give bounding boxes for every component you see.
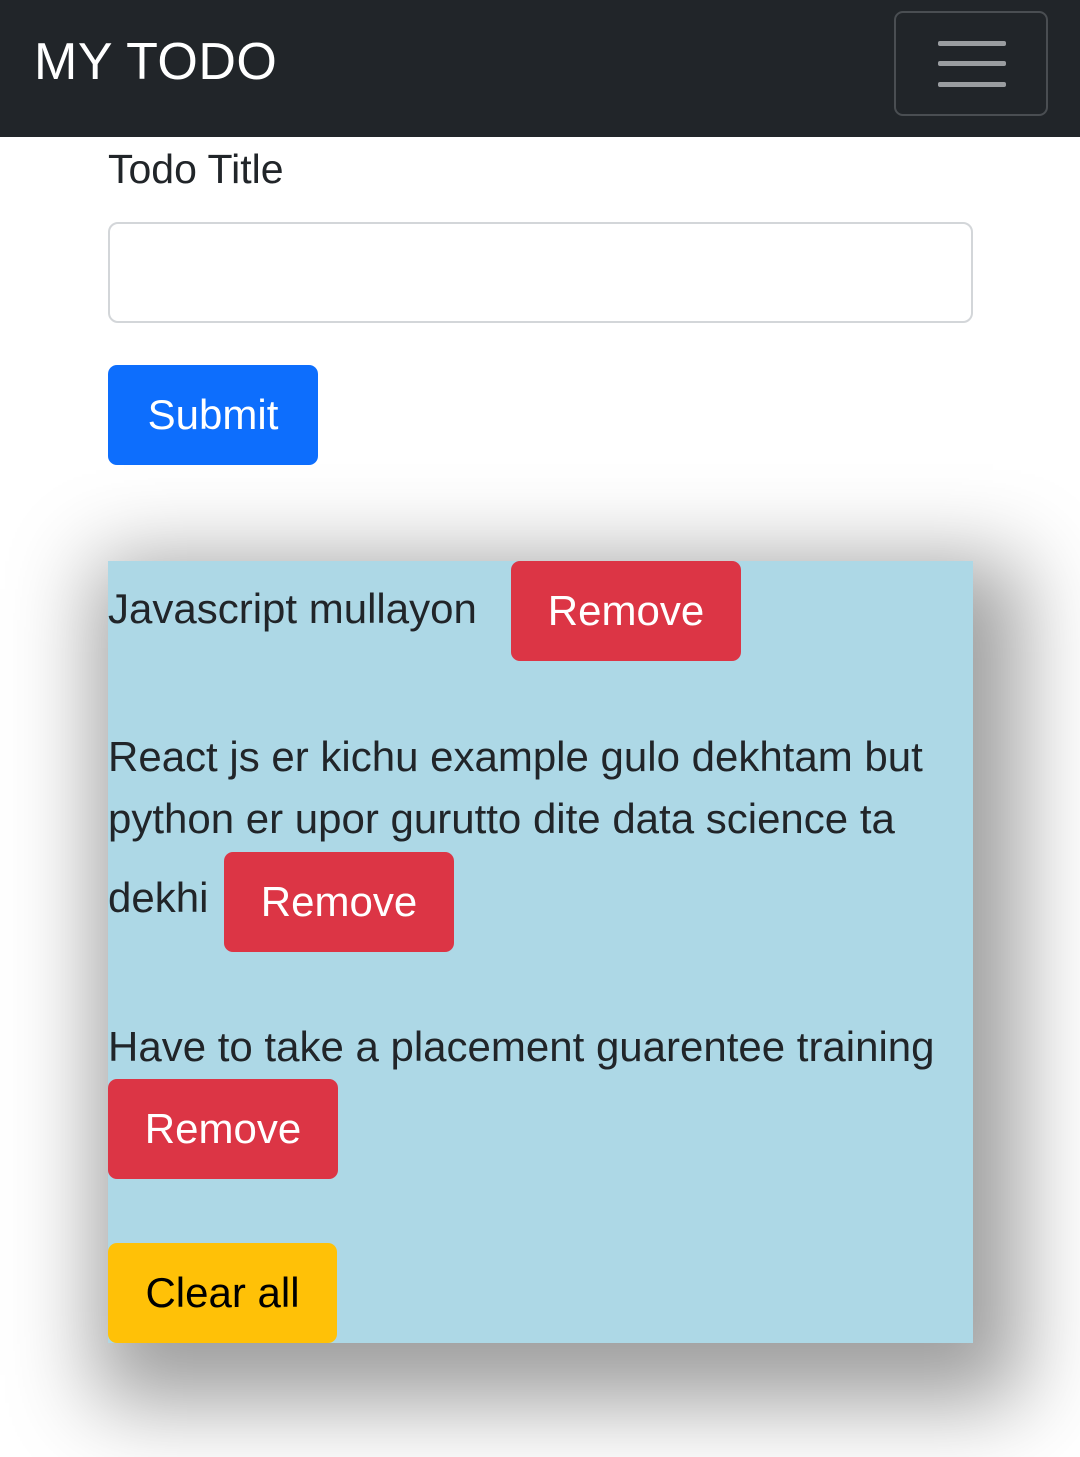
remove-button[interactable]: Remove — [511, 561, 741, 661]
todo-item-text-line: dekhi — [108, 874, 209, 921]
remove-button[interactable]: Remove — [224, 852, 454, 952]
todo-item-text-line: React js er kichu example gulo dekhtam b… — [108, 733, 923, 780]
todo-item-text: Have to take a placement guarentee train… — [108, 1023, 935, 1070]
navbar-toggler-button[interactable] — [894, 11, 1048, 116]
submit-button[interactable]: Submit — [108, 365, 318, 465]
clear-all-button[interactable]: Clear all — [108, 1243, 337, 1343]
remove-button[interactable]: Remove — [108, 1079, 338, 1179]
navbar: MY TODO — [0, 0, 1080, 137]
hamburger-menu-icon — [938, 41, 1006, 87]
todo-title-input[interactable] — [108, 222, 973, 323]
todo-item-text-line: python er upor gurutto dite data science… — [108, 795, 895, 842]
todo-item-text: Javascript mullayon — [108, 585, 477, 632]
brand-title[interactable]: MY TODO — [34, 30, 277, 94]
todo-title-label: Todo Title — [108, 146, 284, 192]
todo-list: Javascript mullayon Remove React js er k… — [108, 561, 973, 1343]
